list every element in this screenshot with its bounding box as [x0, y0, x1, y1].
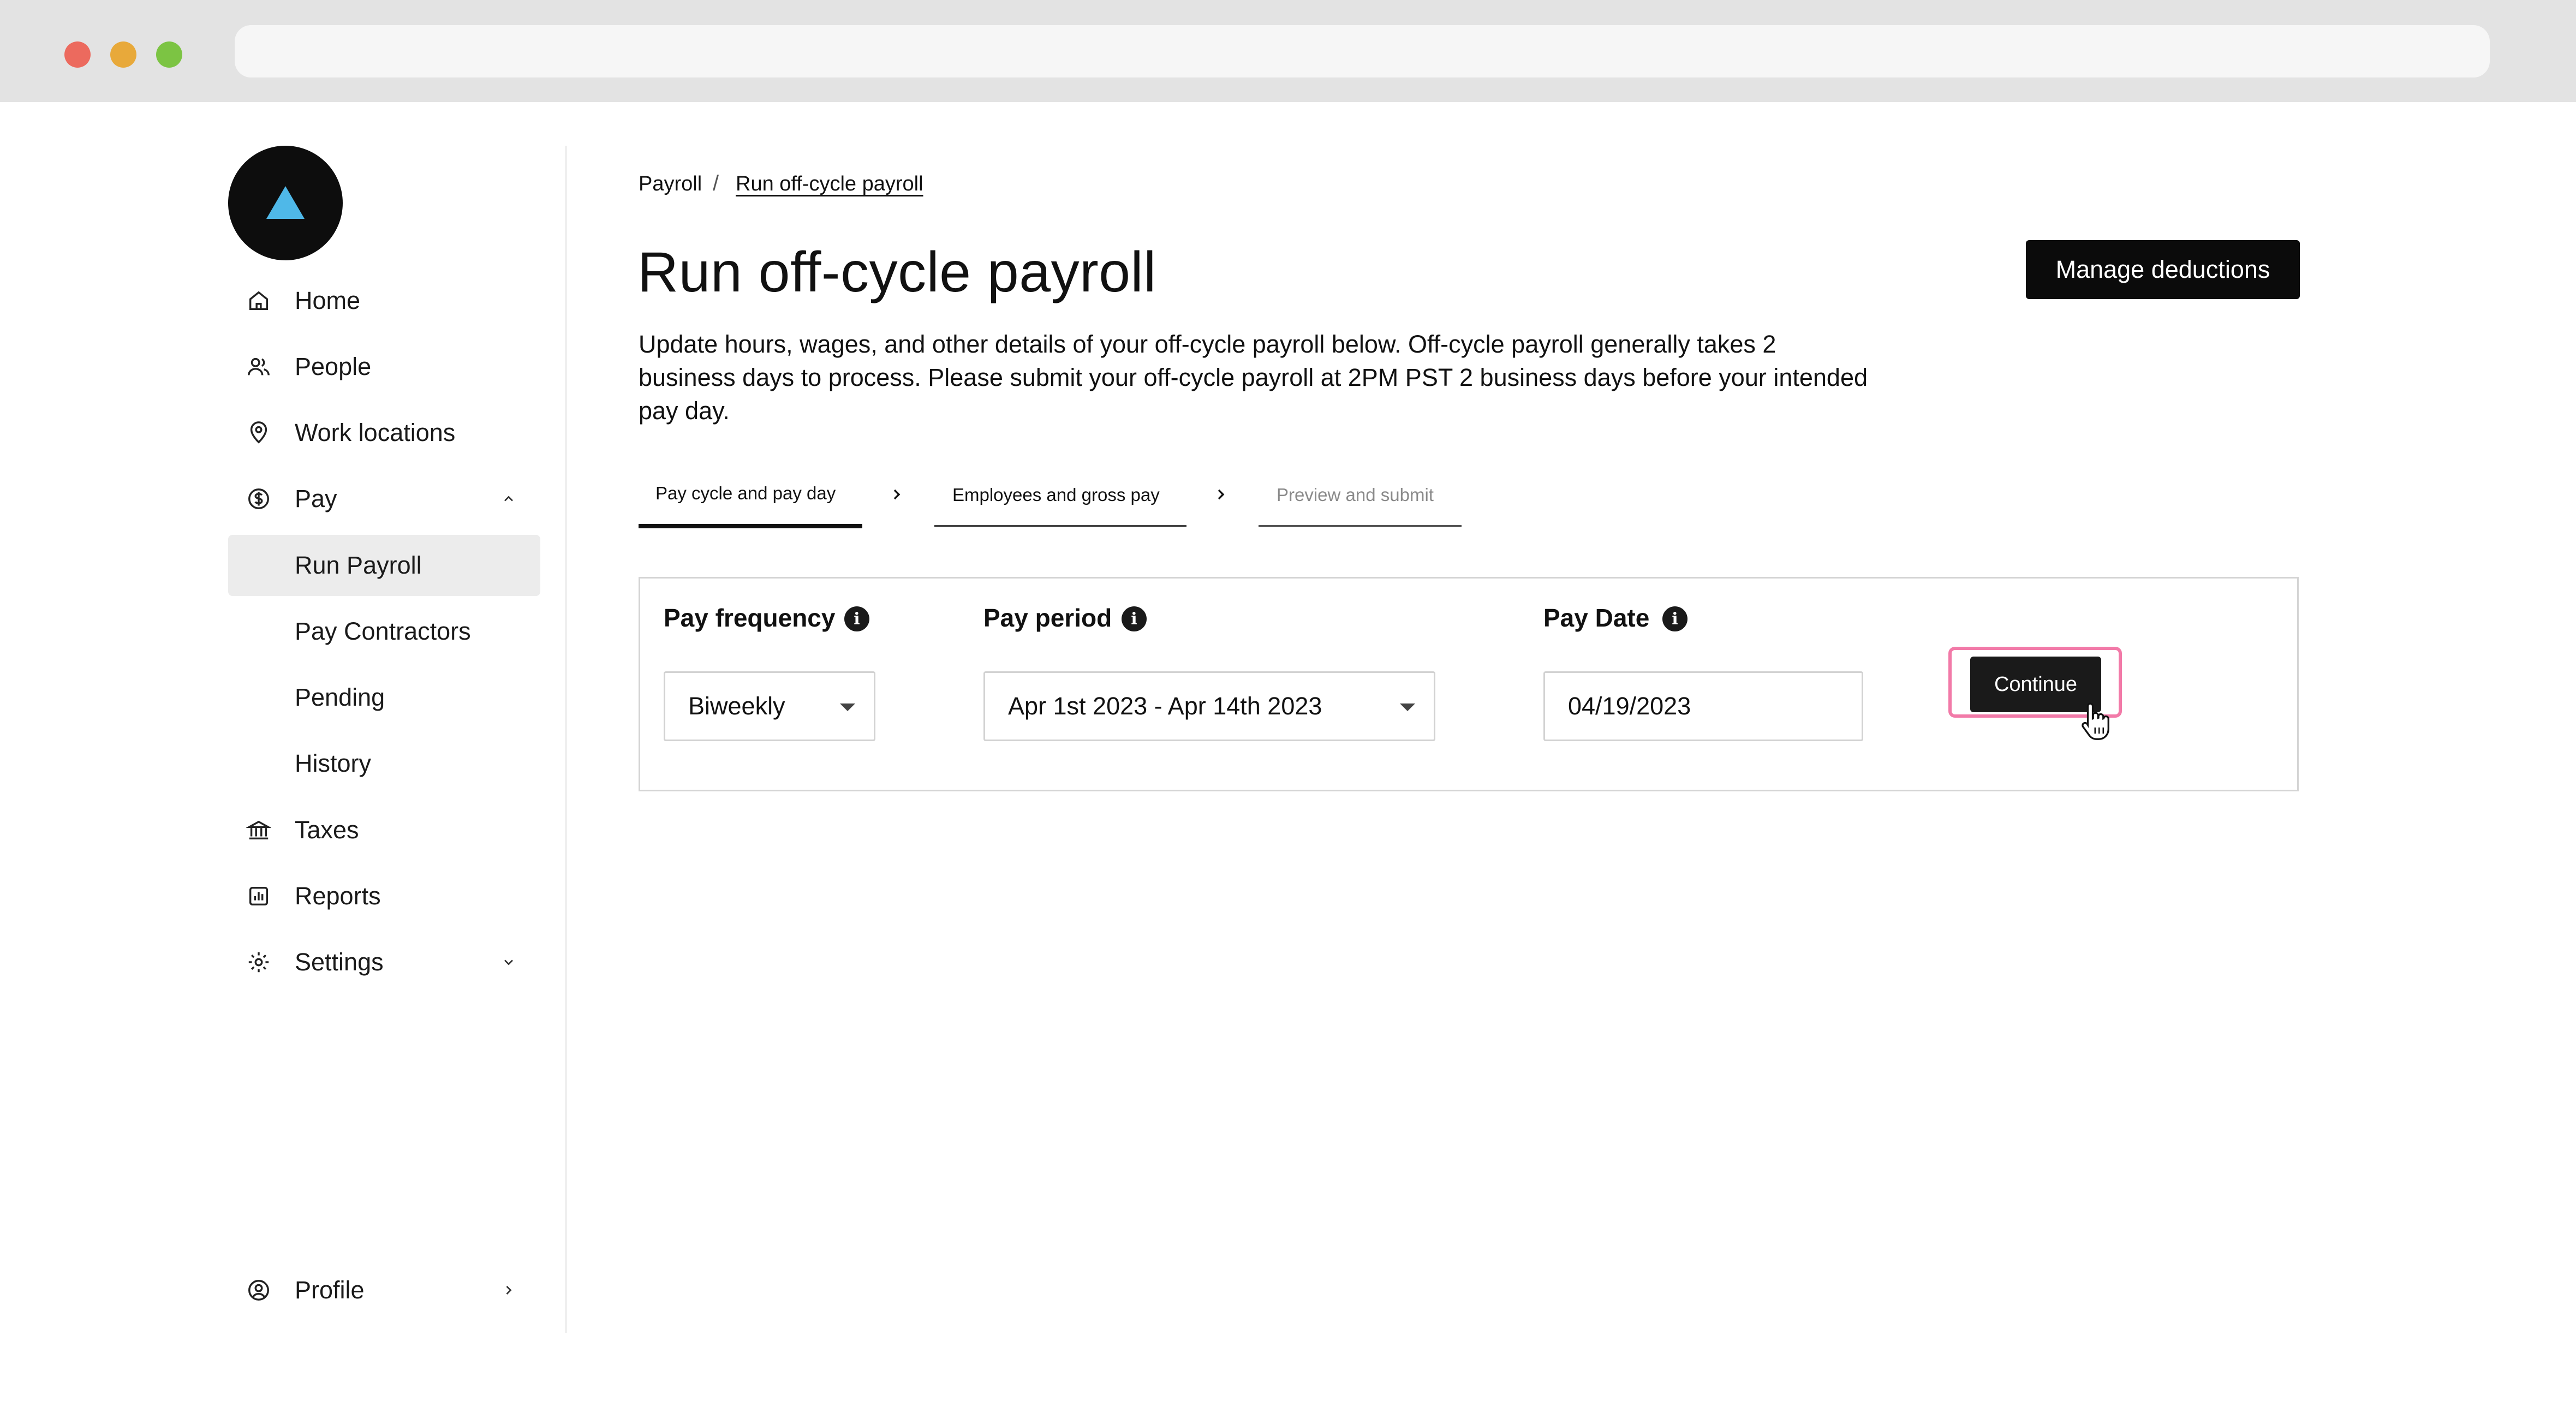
- sidebar-item-pay[interactable]: Pay: [228, 468, 540, 529]
- pay-date-value: 04/19/2023: [1568, 692, 1691, 720]
- info-icon[interactable]: i: [844, 606, 869, 631]
- sidebar-item-label: Run Payroll: [295, 551, 422, 579]
- sidebar-item-label: Work locations: [295, 419, 456, 446]
- sidebar-item-label: People: [295, 353, 372, 380]
- pay-frequency-value: Biweekly: [688, 692, 785, 720]
- logo-triangle-icon: [266, 186, 305, 219]
- sidebar-item-work-locations[interactable]: Work locations: [228, 402, 540, 463]
- location-pin-icon: [245, 419, 273, 447]
- user-circle-icon: [245, 1276, 273, 1304]
- sidebar-item-label: Home: [295, 287, 361, 314]
- chevron-down-icon[interactable]: [499, 952, 518, 972]
- chevron-right-icon: [891, 484, 904, 508]
- sidebar-item-profile[interactable]: Profile: [228, 1260, 540, 1321]
- step-employees[interactable]: Employees and gross pay: [952, 485, 1160, 505]
- window-minimize-dot[interactable]: [110, 41, 136, 68]
- step-preview: Preview and submit: [1277, 485, 1434, 505]
- address-bar[interactable]: [235, 25, 2490, 77]
- home-icon: [245, 287, 273, 315]
- page-title: Run off-cycle payroll: [637, 241, 1156, 304]
- pay-period-label: Pay period: [983, 604, 1112, 632]
- people-icon: [245, 353, 273, 381]
- page-description: Update hours, wages, and other details o…: [639, 330, 1868, 425]
- pay-frequency-select[interactable]: Biweekly: [664, 671, 875, 741]
- gear-icon: [245, 948, 273, 976]
- sidebar-item-label: Pay Contractors: [295, 617, 471, 645]
- caret-down-icon: [840, 703, 855, 711]
- sidebar-item-label: History: [295, 749, 372, 777]
- sidebar-item-label: Settings: [295, 948, 384, 976]
- pay-period-value: Apr 1st 2023 - Apr 14th 2023: [1008, 692, 1322, 720]
- chevron-right-icon: [1215, 484, 1228, 508]
- sidebar-item-label: Pay: [295, 485, 337, 512]
- bank-icon: [245, 816, 273, 844]
- manage-deductions-button[interactable]: Manage deductions: [2026, 240, 2300, 299]
- sidebar-item-reports[interactable]: Reports: [228, 866, 540, 927]
- breadcrumb-separator: /: [713, 171, 719, 195]
- caret-down-icon: [1400, 703, 1415, 711]
- window-maximize-dot[interactable]: [156, 41, 182, 68]
- pay-period-select[interactable]: Apr 1st 2023 - Apr 14th 2023: [983, 671, 1435, 741]
- sidebar-item-label: Reports: [295, 882, 381, 910]
- chevron-right-icon[interactable]: [499, 1280, 518, 1300]
- sidebar-item-label: Pending: [295, 683, 385, 711]
- sidebar-item-settings[interactable]: Settings: [228, 932, 540, 993]
- sidebar-item-label: Profile: [295, 1276, 365, 1304]
- sidebar-item-history[interactable]: History: [228, 733, 540, 794]
- step-pay-cycle[interactable]: Pay cycle and pay day: [655, 483, 836, 504]
- sidebar-item-home[interactable]: Home: [228, 270, 540, 331]
- chevron-up-icon[interactable]: [499, 489, 518, 509]
- hand-pointer-cursor-icon: [2082, 702, 2109, 740]
- sidebar-item-pay-contractors[interactable]: Pay Contractors: [228, 601, 540, 662]
- sidebar-item-run-payroll[interactable]: Run Payroll: [228, 535, 540, 596]
- browser-chrome: [0, 0, 2576, 102]
- step-pay-cycle-underline: [639, 524, 862, 528]
- sidebar-item-people[interactable]: People: [228, 336, 540, 397]
- sidebar-item-pending[interactable]: Pending: [228, 667, 540, 728]
- pay-date-label: Pay Date: [1543, 604, 1650, 632]
- sidebar-divider: [565, 146, 567, 1333]
- breadcrumb-root[interactable]: Payroll: [639, 172, 702, 196]
- breadcrumb-current[interactable]: Run off-cycle payroll: [736, 172, 923, 196]
- step-employees-underline: [934, 525, 1186, 527]
- sidebar-item-label: Taxes: [295, 816, 359, 844]
- dollar-circle-icon: [245, 485, 273, 513]
- info-icon[interactable]: i: [1662, 606, 1687, 631]
- pay-frequency-label: Pay frequency: [664, 604, 836, 632]
- reports-icon: [245, 882, 273, 910]
- step-preview-underline: [1259, 525, 1462, 527]
- pay-date-input[interactable]: 04/19/2023: [1543, 671, 1863, 741]
- window-close-dot[interactable]: [64, 41, 91, 68]
- info-icon[interactable]: i: [1122, 606, 1147, 631]
- sidebar-item-taxes[interactable]: Taxes: [228, 800, 540, 861]
- app-logo[interactable]: [228, 146, 343, 260]
